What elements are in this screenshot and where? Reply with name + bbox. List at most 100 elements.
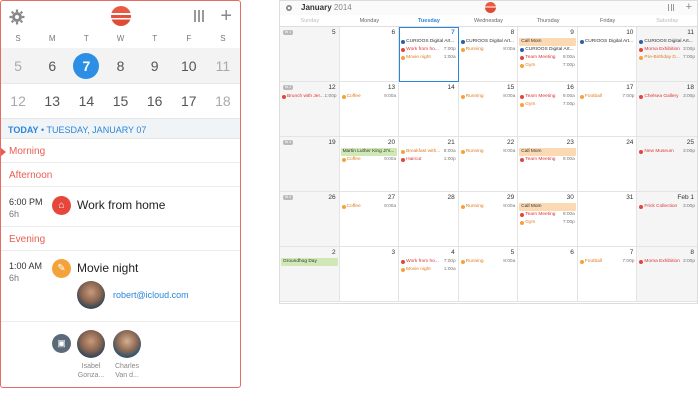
today-header[interactable]: TODAY • TUESDAY, JANUARY 07 — [1, 118, 240, 139]
day-cell[interactable]: 11 — [206, 58, 240, 74]
calendar-event[interactable]: Team Meeting 9:00a — [519, 156, 576, 164]
day-cell[interactable]: 17 Football 7:00p — [577, 82, 638, 137]
event-work-from-home[interactable]: 6:00 PM 6h ⌂ Work from home — [1, 187, 240, 227]
month-title[interactable]: January 2014 — [301, 3, 352, 12]
calendar-event[interactable]: Running 8:00a — [460, 203, 517, 211]
day-cell[interactable]: 28 — [399, 192, 459, 247]
calendar-event[interactable]: Running 8:00a — [460, 46, 517, 54]
calendar-event[interactable]: Gym 7:00p — [519, 101, 576, 109]
day-cell[interactable]: 6 — [35, 58, 69, 74]
day-cell[interactable]: W 2 12 Brunch with Jer... 1:00p — [280, 82, 340, 137]
sunrise-logo-icon[interactable] — [485, 2, 496, 13]
gear-icon[interactable] — [285, 4, 293, 12]
calendar-event[interactable]: Gym 7:00p — [519, 62, 576, 70]
day-cell[interactable]: 13 — [35, 93, 69, 109]
calendar-event[interactable]: Team Meeting 9:00a — [519, 211, 576, 219]
list-view-icon[interactable] — [668, 4, 674, 11]
calendar-event[interactable]: Groundhog Day — [281, 258, 338, 266]
calendar-event[interactable]: Martin Luther King Jr's... — [340, 148, 398, 156]
day-cell[interactable]: 8 — [103, 58, 137, 74]
day-cell[interactable]: Feb 1 Frick Collection 3:00p — [637, 192, 697, 247]
calendar-event[interactable]: Work from ho... 7:00p — [400, 46, 457, 54]
day-cell[interactable]: 22 Running 8:00a — [458, 137, 519, 192]
day-cell[interactable]: 25 New Museum 3:00p — [637, 137, 697, 192]
day-cell[interactable]: 31 — [577, 192, 638, 247]
avatar[interactable] — [77, 281, 105, 309]
calendar-event[interactable]: Frick Collection 3:00p — [638, 203, 696, 211]
day-cell[interactable]: W 3 19 — [280, 137, 340, 192]
day-cell[interactable]: 16 Team Meeting 9:00a Gym 7:00p — [518, 82, 578, 137]
add-event-icon[interactable]: + — [220, 6, 232, 26]
selected-day[interactable]: 7 — [73, 52, 100, 79]
day-cell[interactable]: 10 CURIOOS Digital Art... — [577, 27, 638, 82]
calendar-event[interactable]: Coffee 9:00a — [341, 203, 398, 211]
day-cell[interactable]: 4 Work from ho... 7:00p Movie night 1:00a — [399, 247, 459, 302]
calendar-event[interactable]: Call Mom — [519, 38, 576, 46]
day-cell[interactable]: 23 Call Mom Team Meeting 9:00a — [518, 137, 578, 192]
calendar-event[interactable]: CURIOOS Digital Art... — [579, 38, 636, 46]
calendar-event[interactable]: Coffee 9:00a — [341, 156, 398, 164]
day-cell[interactable]: 24 — [577, 137, 638, 192]
day-cell[interactable]: 13 Coffee 9:00a — [339, 82, 400, 137]
calendar-event[interactable]: Coffee 9:00a — [341, 93, 398, 101]
calendar-event[interactable]: Call Mom — [519, 203, 576, 211]
calendar-event[interactable]: New Museum 3:00p — [638, 148, 696, 156]
day-cell[interactable]: 12 — [1, 93, 35, 109]
calendar-event[interactable]: Football 7:00p — [579, 258, 636, 266]
day-cell[interactable]: 14 — [69, 93, 103, 109]
calendar-event[interactable]: Gym 7:00p — [519, 219, 576, 227]
calendar-event[interactable]: Moma Exhibition 3:00p — [638, 46, 696, 54]
day-cell[interactable]: 18 Chelsea Gallery 3:00p — [637, 82, 697, 137]
day-cell[interactable]: 10 — [172, 58, 206, 74]
day-cell[interactable]: 21 Breakfast with... 8:00a Haircut 1:00p — [399, 137, 459, 192]
avatar[interactable] — [113, 330, 141, 358]
day-cell[interactable]: 9 — [138, 58, 172, 74]
calendar-event[interactable]: Breakfast with... 8:00a — [400, 148, 457, 156]
calendar-event[interactable]: Haircut 1:00p — [400, 156, 457, 164]
day-cell-today[interactable]: 7 CURIOOS Digital Art... Work from ho... 7:… — [399, 27, 459, 82]
day-cell[interactable]: 29 Running 8:00a — [458, 192, 519, 247]
day-cell[interactable]: 6 — [518, 247, 578, 302]
calendar-event[interactable]: Running 8:00a — [460, 258, 517, 266]
day-cell[interactable]: 17 — [172, 93, 206, 109]
calendar-event[interactable]: Moma Exhibition 3:00p — [638, 258, 696, 266]
day-cell[interactable]: 11 CURIOOS Digital Art... Moma Exhibition 3… — [637, 27, 697, 82]
day-cell[interactable]: 14 — [399, 82, 459, 137]
calendar-event[interactable]: Movie night 1:00a — [400, 266, 457, 274]
calendar-event[interactable]: Football 7:00p — [579, 93, 636, 101]
event-movie-night[interactable]: 1:00 AM 6h ✎ Movie night robert@icloud.c… — [1, 251, 240, 322]
calendar-event[interactable]: Brunch with Jer... 1:00p — [281, 93, 338, 101]
attendee-email[interactable]: robert@icloud.com — [113, 290, 189, 300]
day-cell[interactable]: 15 — [103, 93, 137, 109]
day-cell[interactable]: 6 — [339, 27, 400, 82]
add-event-icon[interactable]: + — [686, 1, 692, 13]
calendar-event[interactable]: Chelsea Gallery 3:00p — [638, 93, 696, 101]
calendar-event[interactable]: Call Mom — [519, 148, 576, 156]
day-cell[interactable]: 5 Running 8:00a — [458, 247, 519, 302]
day-cell[interactable]: 5 — [1, 58, 35, 74]
day-cell[interactable]: 16 — [138, 93, 172, 109]
day-cell[interactable]: 27 Coffee 9:00a — [339, 192, 400, 247]
calendar-event[interactable]: CURIOOS Digital Art... — [519, 46, 576, 54]
day-cell[interactable]: 18 — [206, 93, 240, 109]
day-cell[interactable]: 20 Martin Luther King Jr's... Coffee 9:00a — [339, 137, 400, 192]
calendar-event[interactable]: Pre-Birthday D... 7:00p — [638, 54, 696, 62]
calendar-event[interactable]: CURIOOS Digital Art... — [638, 38, 696, 46]
calendar-event[interactable]: Running 8:00a — [460, 148, 517, 156]
day-cell[interactable]: 8 Moma Exhibition 3:00p — [637, 247, 697, 302]
day-cell[interactable]: 15 Running 8:00a — [458, 82, 519, 137]
calendar-event[interactable]: Movie night 1:00a — [400, 54, 457, 62]
day-cell[interactable]: 3 — [339, 247, 400, 302]
calendar-event[interactable]: CURIOOS Digital Art... — [460, 38, 517, 46]
gear-icon[interactable] — [9, 9, 25, 25]
day-cell[interactable]: 2 Groundhog Day — [280, 247, 340, 302]
calendar-event[interactable]: Team Meeting 9:00a — [519, 93, 576, 101]
day-cell[interactable]: W 1 5 — [280, 27, 340, 82]
day-cell[interactable]: 7 Football 7:00p — [577, 247, 638, 302]
day-cell[interactable]: W 4 26 — [280, 192, 340, 247]
calendar-event[interactable]: Work from ho... 7:00p — [400, 258, 457, 266]
sunrise-logo-icon[interactable] — [111, 6, 131, 26]
calendar-event[interactable]: Running 8:00a — [460, 93, 517, 101]
avatar[interactable] — [77, 330, 105, 358]
day-cell[interactable]: 30 Call Mom Team Meeting 9:00a Gym 7:00p — [518, 192, 578, 247]
